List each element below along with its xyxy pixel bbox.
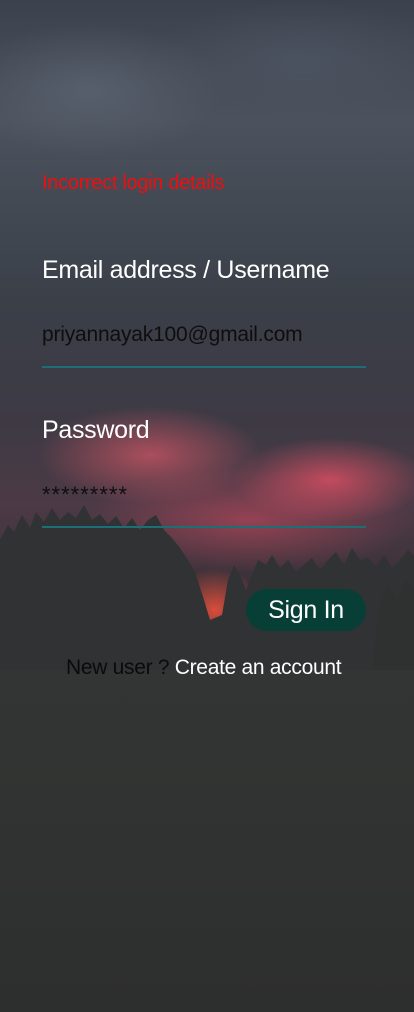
email-field[interactable]: priyannayak100@gmail.com — [42, 320, 366, 368]
password-field[interactable]: ********* — [42, 480, 366, 528]
login-error-message: Incorrect login details — [42, 172, 225, 194]
password-input-value[interactable]: ********* — [42, 480, 366, 510]
password-underline — [42, 526, 366, 528]
field-ground — [0, 670, 414, 1012]
email-underline — [42, 366, 366, 368]
new-user-prompt: New user ? — [66, 656, 175, 679]
sign-in-button[interactable]: Sign In — [246, 589, 366, 631]
email-input-value[interactable]: priyannayak100@gmail.com — [42, 320, 366, 350]
signup-row: New user ? Create an account — [66, 656, 342, 680]
login-screen: Incorrect login details Email address / … — [0, 0, 414, 1012]
password-label: Password — [42, 416, 150, 444]
create-account-link[interactable]: Create an account — [175, 656, 342, 679]
email-label: Email address / Username — [42, 256, 330, 284]
